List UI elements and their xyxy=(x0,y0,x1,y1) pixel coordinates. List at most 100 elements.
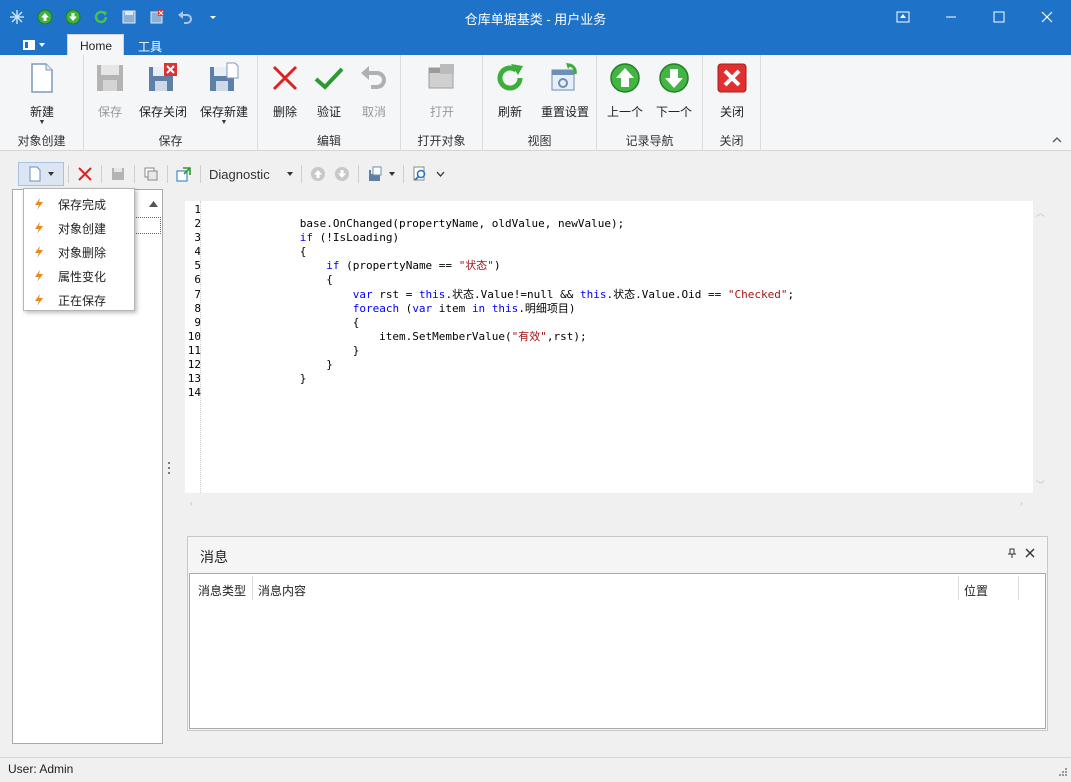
save-button[interactable]: 保存 xyxy=(85,60,135,124)
menu-item-label: 正在保存 xyxy=(58,293,107,308)
tab-home[interactable]: Home xyxy=(67,34,124,55)
group-record-navigation: 上一个 下一个 记录导航 xyxy=(597,55,703,151)
save-disk-icon xyxy=(112,168,124,180)
tab-tools[interactable]: 工具 xyxy=(126,34,174,55)
group-close: 关闭 关闭 xyxy=(703,55,761,151)
resize-grip-icon[interactable] xyxy=(1057,765,1067,779)
new-event-dropdown-button[interactable] xyxy=(18,162,64,186)
group-label: 视图 xyxy=(527,134,552,148)
code-line: } xyxy=(207,372,307,386)
toolbar-separator xyxy=(101,165,102,183)
refresh-icon xyxy=(497,64,523,91)
move-up-button[interactable] xyxy=(306,162,330,186)
messages-title: 消息 xyxy=(200,549,228,565)
scroll-up-icon[interactable]: ︿ xyxy=(1036,206,1045,219)
collapse-ribbon-icon[interactable] xyxy=(1051,134,1063,144)
app-menu-button[interactable] xyxy=(14,34,52,55)
next-button[interactable]: 下一个 xyxy=(649,60,699,124)
new-event-dropdown-menu: 保存完成 对象创建 对象删除 属性变化 正在保存 xyxy=(23,188,135,311)
diagnostic-label: Diagnostic xyxy=(209,166,270,182)
splitter-handle[interactable] xyxy=(167,460,171,476)
delete-x-icon xyxy=(78,167,92,181)
chevron-down-icon xyxy=(436,171,444,177)
next-label: 下一个 xyxy=(655,105,692,119)
line-number: 8 xyxy=(194,301,201,315)
close-button[interactable]: 关闭 xyxy=(707,60,757,124)
new-document-icon xyxy=(29,166,41,182)
column-header-message-content[interactable]: 消息内容 xyxy=(258,582,306,599)
menu-item-after-save[interactable]: 保存完成 xyxy=(24,192,134,216)
previous-label: 上一个 xyxy=(606,105,643,119)
move-down-button[interactable] xyxy=(330,162,354,186)
new-label: 新建 xyxy=(29,105,54,119)
show-in-window-button[interactable] xyxy=(172,162,196,186)
code-line: { xyxy=(207,273,333,287)
maximize-icon[interactable] xyxy=(975,0,1023,34)
close-panel-icon[interactable] xyxy=(1025,547,1035,561)
diagnostic-dropdown[interactable]: Diagnostic xyxy=(205,162,297,186)
export-icon xyxy=(369,166,382,181)
line-number: 7 xyxy=(194,287,201,301)
group-object-create: 新建 ▼ 对象创建 xyxy=(0,55,84,151)
toolbar-separator xyxy=(167,165,168,183)
save-close-button[interactable]: 保存关闭 xyxy=(138,60,188,124)
new-button[interactable]: 新建 ▼ xyxy=(17,60,67,126)
messages-grid[interactable]: 消息类型 消息内容 位置 xyxy=(189,573,1046,729)
toolbar-separator xyxy=(134,165,135,183)
export-dropdown-button[interactable] xyxy=(363,162,399,186)
cancel-button[interactable]: 取消 xyxy=(349,60,399,124)
save-disk-icon xyxy=(97,65,123,91)
line-number: 10 xyxy=(187,329,201,343)
pin-icon[interactable] xyxy=(1007,547,1017,561)
search-icon xyxy=(413,166,425,181)
cancel-label: 取消 xyxy=(361,105,386,119)
toolbar-separator xyxy=(301,165,302,183)
menu-item-saving[interactable]: 正在保存 xyxy=(24,288,134,312)
close-window-icon[interactable] xyxy=(1023,0,1071,34)
ribbon: 新建 ▼ 对象创建 保存 保存关闭 保存新建 ▼ 保存 删除 验证 取消 编辑 … xyxy=(0,55,1071,151)
code-line: var rst = this.状态.Value!=null && this.状态… xyxy=(352,287,795,301)
save-new-button[interactable]: 保存新建 ▼ xyxy=(199,60,249,126)
validate-label: 验证 xyxy=(316,105,341,119)
copy-button[interactable] xyxy=(139,162,163,186)
validate-button[interactable]: 验证 xyxy=(304,60,354,124)
window-controls xyxy=(879,0,1071,34)
previous-button[interactable]: 上一个 xyxy=(600,60,650,124)
copy-icon xyxy=(144,167,158,181)
scroll-right-icon[interactable]: › xyxy=(1020,498,1023,508)
group-open-object: 打开 打开对象 xyxy=(401,55,483,151)
group-label: 编辑 xyxy=(316,134,341,148)
minimize-icon[interactable] xyxy=(927,0,975,34)
delete-event-button[interactable] xyxy=(73,162,97,186)
toolbar-separator xyxy=(403,165,404,183)
menu-item-object-created[interactable]: 对象创建 xyxy=(24,216,134,240)
refresh-button[interactable]: 刷新 xyxy=(485,60,535,124)
scroll-up-icon[interactable] xyxy=(149,196,158,210)
group-save: 保存 保存关闭 保存新建 ▼ 保存 xyxy=(84,55,258,151)
menu-item-object-deleted[interactable]: 对象删除 xyxy=(24,240,134,264)
line-number: 4 xyxy=(194,245,201,259)
group-label: 保存 xyxy=(158,134,183,148)
open-button[interactable]: 打开 xyxy=(417,60,467,124)
menu-item-label: 属性变化 xyxy=(58,269,107,284)
code-editor[interactable]: 1 2 3 4 5 6 7 8 9 10 11 12 13 14 base.OnChanged(prope… xyxy=(185,201,1033,493)
line-number: 11 xyxy=(187,343,201,357)
delete-button[interactable]: 删除 xyxy=(260,60,310,124)
menu-item-property-changed[interactable]: 属性变化 xyxy=(24,264,134,288)
search-dropdown-button[interactable] xyxy=(408,162,448,186)
reset-settings-icon xyxy=(551,63,577,91)
pin-window-icon[interactable] xyxy=(879,0,927,34)
line-number: 3 xyxy=(194,231,201,245)
line-number: 2 xyxy=(194,217,201,231)
line-number: 12 xyxy=(187,358,201,372)
column-header-location[interactable]: 位置 xyxy=(964,582,988,599)
reset-settings-button[interactable]: 重置设置 xyxy=(537,60,593,124)
line-number: 6 xyxy=(194,273,201,287)
save-script-button[interactable] xyxy=(106,162,130,186)
column-header-message-type[interactable]: 消息类型 xyxy=(198,582,246,599)
scroll-left-icon[interactable]: ‹ xyxy=(190,498,193,508)
lightning-icon xyxy=(35,270,43,282)
chevron-down-icon xyxy=(287,172,293,176)
scroll-down-icon[interactable]: ﹀ xyxy=(1036,478,1045,491)
menu-item-label: 对象创建 xyxy=(58,221,107,236)
